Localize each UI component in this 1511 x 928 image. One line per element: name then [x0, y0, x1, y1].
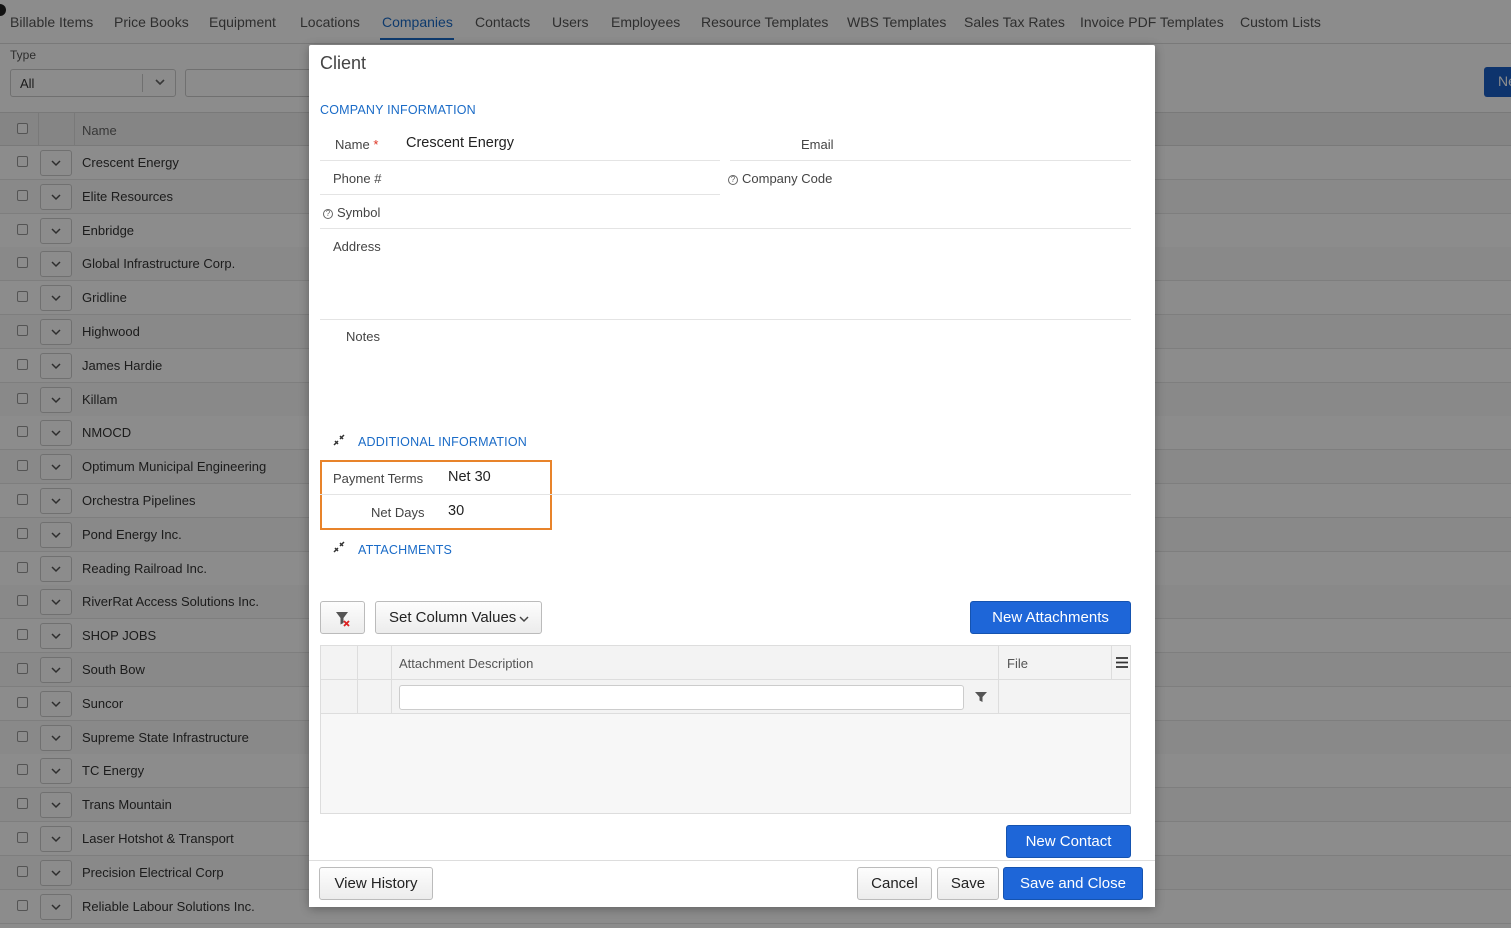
company-information-section: COMPANY INFORMATION — [320, 103, 476, 117]
divider — [320, 319, 1131, 320]
divider — [320, 228, 1131, 229]
attachment-description-header[interactable]: Attachment Description — [399, 656, 533, 671]
column-divider — [391, 646, 392, 714]
collapse-icon[interactable] — [332, 433, 346, 447]
symbol-label: ? Symbol — [323, 205, 380, 220]
company-code-label: ? Company Code — [728, 171, 832, 186]
attachments-section[interactable]: ATTACHMENTS — [358, 543, 452, 557]
clear-filter-button[interactable] — [320, 601, 365, 634]
attachments-grid-header: Attachment Description File — [321, 646, 1130, 680]
divider — [320, 494, 1131, 495]
email-label: Email — [801, 137, 834, 152]
column-divider — [998, 646, 999, 714]
new-contact-button[interactable]: New Contact — [1006, 825, 1131, 858]
net-days-label: Net Days — [371, 505, 425, 520]
column-divider — [357, 646, 358, 714]
dialog-footer: View History Cancel Save Save and Close — [309, 861, 1155, 907]
client-dialog: Client COMPANY INFORMATION Name * Cresce… — [309, 45, 1155, 907]
filter-icon[interactable] — [975, 691, 987, 703]
attachments-filter-row — [321, 680, 1130, 714]
column-divider — [1111, 646, 1112, 680]
phone-label: Phone # — [333, 171, 382, 186]
set-column-values-button[interactable]: Set Column Values — [375, 601, 542, 634]
file-header[interactable]: File — [1007, 656, 1028, 671]
clear-filter-icon — [336, 612, 350, 627]
view-history-button[interactable]: View History — [319, 867, 433, 900]
dialog-title: Client — [320, 53, 367, 73]
net-days-field[interactable]: 30 — [448, 503, 464, 519]
collapse-icon[interactable] — [332, 540, 346, 554]
help-icon[interactable]: ? — [728, 175, 738, 185]
divider — [320, 194, 720, 195]
divider — [320, 160, 720, 161]
attachments-grid: Attachment Description File — [320, 645, 1131, 814]
chevron-down-icon — [519, 616, 529, 623]
help-icon[interactable]: ? — [323, 209, 333, 219]
cancel-button[interactable]: Cancel — [857, 867, 932, 900]
save-and-close-button[interactable]: Save and Close — [1003, 867, 1143, 900]
additional-information-section[interactable]: ADDITIONAL INFORMATION — [358, 435, 527, 449]
divider — [730, 160, 1131, 161]
address-label: Address — [333, 239, 381, 254]
payment-terms-field[interactable]: Net 30 — [448, 469, 491, 485]
new-attachments-button[interactable]: New Attachments — [970, 601, 1131, 634]
notes-label: Notes — [346, 329, 380, 344]
attachment-description-filter-input[interactable] — [399, 685, 964, 710]
name-field[interactable]: Crescent Energy — [406, 135, 514, 151]
payment-terms-label: Payment Terms — [333, 471, 424, 486]
column-menu-icon[interactable] — [1116, 657, 1128, 668]
save-button[interactable]: Save — [937, 867, 999, 900]
name-label: Name * — [335, 137, 379, 152]
